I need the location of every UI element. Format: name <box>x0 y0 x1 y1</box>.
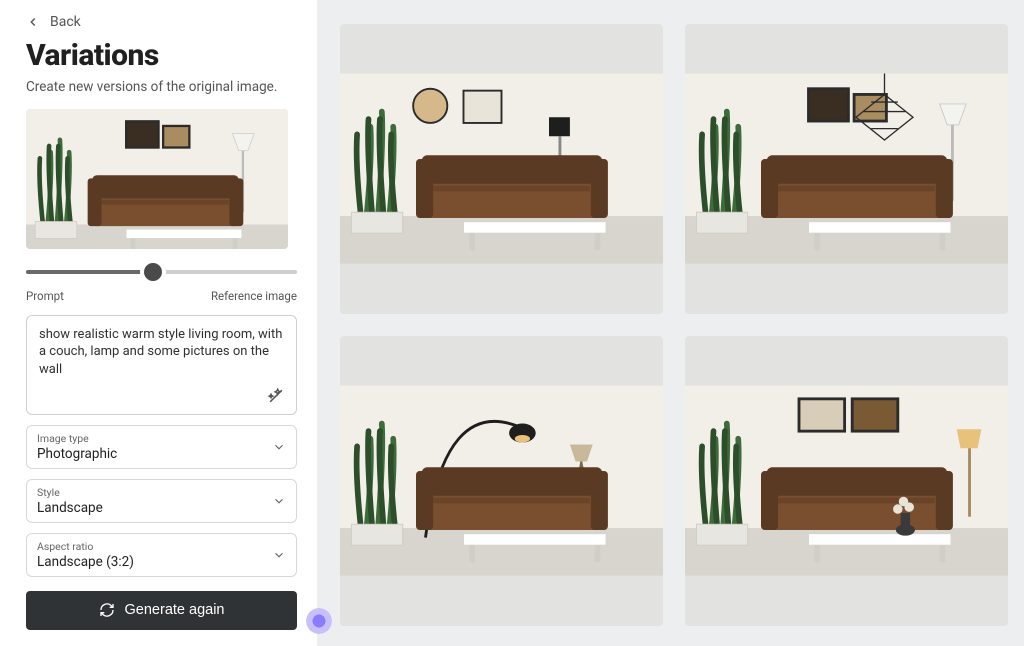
image-type-value: Photographic <box>37 446 286 462</box>
activity-indicator <box>306 608 332 634</box>
living-room-thumb <box>26 109 288 249</box>
slider-label-left: Prompt <box>26 289 64 303</box>
back-button[interactable]: Back <box>26 14 297 30</box>
generate-label: Generate again <box>125 602 225 618</box>
image-type-select[interactable]: Image type Photographic <box>26 425 297 469</box>
result-tile-2[interactable] <box>685 24 1008 314</box>
slider-label-right: Reference image <box>211 289 297 303</box>
style-select[interactable]: Style Landscape <box>26 479 297 523</box>
settings-panel: Back Variations Create new versions of t… <box>0 0 318 646</box>
chevron-down-icon <box>272 494 286 508</box>
aspect-ratio-select[interactable]: Aspect ratio Landscape (3:2) <box>26 533 297 577</box>
influence-slider[interactable]: Prompt Reference image <box>26 261 297 303</box>
prompt-input[interactable]: show realistic warm style living room, w… <box>26 315 297 415</box>
refresh-icon <box>99 602 115 618</box>
generate-again-button[interactable]: Generate again <box>26 591 297 630</box>
style-label: Style <box>37 486 286 499</box>
result-tile-4[interactable] <box>685 336 1008 626</box>
chevron-down-icon <box>272 548 286 562</box>
page-subtitle: Create new versions of the original imag… <box>26 79 297 95</box>
aspect-ratio-value: Landscape (3:2) <box>37 554 286 570</box>
result-tile-1[interactable] <box>340 24 663 314</box>
original-image-thumbnail[interactable] <box>26 109 288 249</box>
back-label: Back <box>50 14 81 30</box>
slider-knob[interactable] <box>144 263 162 281</box>
style-value: Landscape <box>37 500 286 516</box>
chevron-down-icon <box>272 440 286 454</box>
image-type-label: Image type <box>37 432 286 445</box>
results-grid <box>318 0 1024 646</box>
magic-wand-icon[interactable] <box>266 386 286 406</box>
chevron-left-icon <box>26 15 40 29</box>
result-tile-3[interactable] <box>340 336 663 626</box>
prompt-text: show realistic warm style living room, w… <box>39 327 282 377</box>
aspect-ratio-label: Aspect ratio <box>37 540 286 553</box>
page-title: Variations <box>26 38 297 73</box>
